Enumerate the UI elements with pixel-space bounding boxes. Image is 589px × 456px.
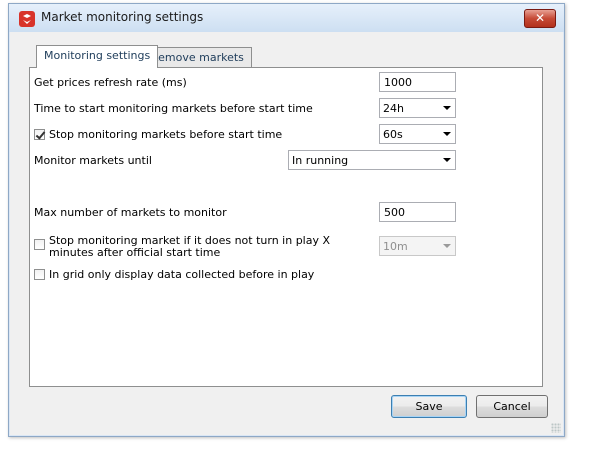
chevron-down-icon: [443, 106, 451, 110]
monitor-until-select[interactable]: In running: [288, 150, 456, 170]
stop-before-value: 60s: [383, 128, 403, 141]
max-markets-input[interactable]: 500: [379, 202, 456, 222]
monitor-until-label: Monitor markets until: [34, 154, 152, 167]
close-button[interactable]: ✕: [524, 9, 556, 28]
start-time-label: Time to start monitoring markets before …: [34, 102, 313, 115]
start-time-value: 24h: [383, 102, 404, 115]
chevron-down-icon: [443, 158, 451, 162]
stop-not-inplay-select: 10m: [379, 236, 456, 256]
monitoring-settings-panel: Get prices refresh rate (ms) 1000 Time t…: [29, 67, 543, 387]
grid-only-label: In grid only display data collected befo…: [49, 268, 315, 281]
app-logo-icon: [19, 11, 35, 27]
settings-dialog: Market monitoring settings ✕ Monitoring …: [8, 3, 565, 437]
chevron-down-icon: [443, 132, 451, 136]
tab-remove-markets[interactable]: Remove markets: [143, 47, 252, 68]
stop-not-inplay-checkbox[interactable]: [34, 239, 45, 250]
dialog-body: Monitoring settings Remove markets Get p…: [10, 32, 563, 435]
stop-before-label: Stop monitoring markets before start tim…: [49, 128, 283, 141]
title-bar[interactable]: Market monitoring settings ✕: [9, 4, 564, 32]
stop-not-inplay-value: 10m: [383, 240, 408, 253]
cancel-button[interactable]: Cancel: [476, 395, 548, 418]
stop-not-inplay-label: Stop monitoring market if it does not tu…: [49, 234, 331, 259]
window-title: Market monitoring settings: [41, 10, 204, 24]
monitor-until-value: In running: [292, 154, 349, 167]
stop-before-select[interactable]: 60s: [379, 124, 456, 144]
tab-monitoring-settings[interactable]: Monitoring settings: [36, 45, 159, 68]
close-icon: ✕: [534, 11, 546, 25]
refresh-rate-input[interactable]: 1000: [379, 72, 456, 92]
resize-grip-icon[interactable]: [551, 423, 561, 433]
max-markets-label: Max number of markets to monitor: [34, 206, 227, 219]
refresh-rate-label: Get prices refresh rate (ms): [34, 76, 187, 89]
chevron-down-icon: [443, 244, 451, 248]
stop-before-checkbox[interactable]: [34, 129, 45, 140]
grid-only-checkbox[interactable]: [34, 269, 45, 280]
save-button[interactable]: Save: [391, 395, 467, 418]
start-time-select[interactable]: 24h: [379, 98, 456, 118]
